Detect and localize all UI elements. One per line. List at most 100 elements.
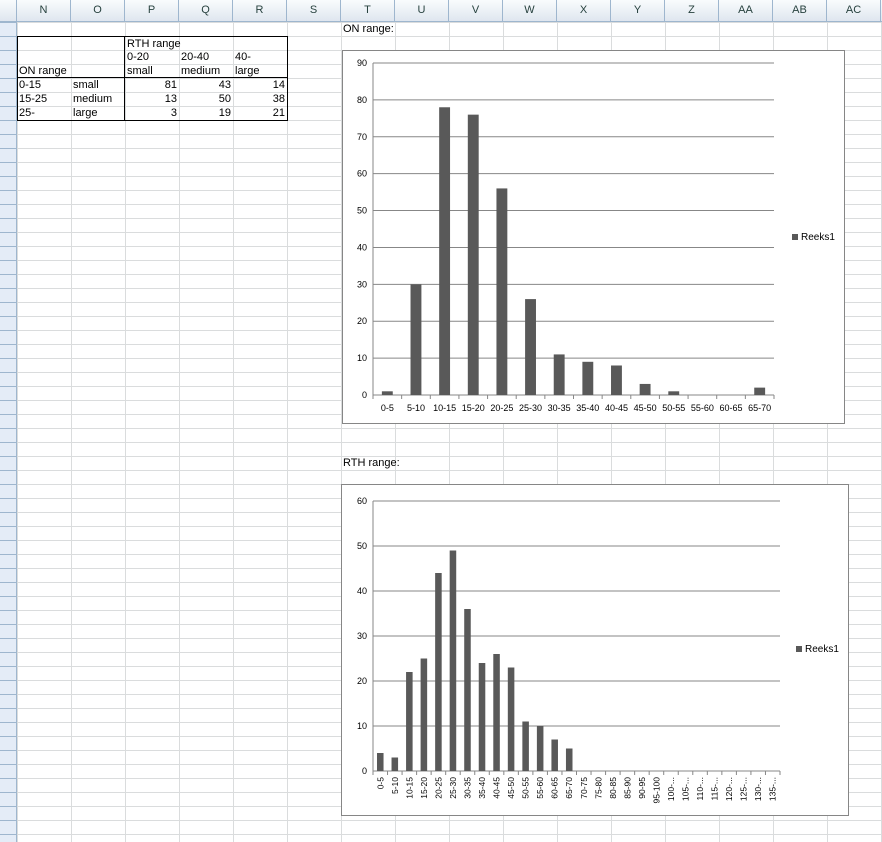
column-header-u[interactable]: U <box>395 0 449 21</box>
x-tick-label: 130-... <box>753 777 763 801</box>
chart-legend[interactable]: Reeks1 <box>796 644 839 655</box>
y-tick-label: 70 <box>357 132 367 142</box>
x-tick-label: 20-25 <box>433 777 443 799</box>
x-tick-label: 95-100 <box>651 777 661 804</box>
col-size-small[interactable]: small <box>125 64 155 78</box>
y-tick-label: 20 <box>357 316 367 326</box>
row-header-bar <box>0 22 17 842</box>
col-range-large[interactable]: 40- <box>233 50 253 64</box>
bar <box>582 361 594 395</box>
legend-series-name: Reeks1 <box>805 644 839 655</box>
col-range-small[interactable]: 0-20 <box>125 50 151 64</box>
row-size-cell[interactable]: medium <box>71 92 114 106</box>
value-cell[interactable]: 81 <box>125 78 179 92</box>
x-tick-label: 10-15 <box>433 403 456 413</box>
column-header-n[interactable]: N <box>17 0 71 21</box>
x-tick-label: 125-... <box>739 777 749 801</box>
row-size-cell[interactable]: small <box>71 78 101 92</box>
bar <box>410 284 422 395</box>
bar <box>420 658 428 771</box>
rth-chart-caption[interactable]: RTH range: <box>341 456 402 470</box>
col-size-medium[interactable]: medium <box>179 64 222 78</box>
column-header-aa[interactable]: AA <box>719 0 773 21</box>
bar <box>391 757 399 771</box>
value-cell[interactable]: 43 <box>179 78 233 92</box>
x-tick-label: 110-... <box>695 777 705 800</box>
column-header-t[interactable]: T <box>341 0 395 21</box>
on-range-header[interactable]: ON range <box>17 64 69 78</box>
x-tick-label: 70-75 <box>579 777 589 799</box>
column-header-r[interactable]: R <box>233 0 287 21</box>
y-tick-label: 10 <box>357 353 367 363</box>
rth-range-header[interactable]: RTH range <box>125 37 183 51</box>
x-tick-label: 65-70 <box>748 403 771 413</box>
x-tick-label: 40-45 <box>492 777 502 799</box>
y-tick-label: 80 <box>357 95 367 105</box>
y-tick-label: 20 <box>357 676 367 686</box>
x-tick-label: 35-40 <box>477 777 487 799</box>
row-range-cell[interactable]: 0-15 <box>17 78 43 92</box>
x-tick-label: 50-55 <box>662 403 685 413</box>
x-tick-label: 20-25 <box>490 403 513 413</box>
column-header-ac[interactable]: AC <box>827 0 881 21</box>
value-cell[interactable]: 19 <box>179 106 233 120</box>
col-size-large[interactable]: large <box>233 64 261 78</box>
y-tick-label: 0 <box>362 390 367 400</box>
value-cell[interactable]: 3 <box>125 106 179 120</box>
bar <box>668 391 680 395</box>
on-range-chart[interactable]: 0 10 20 30 40 50 60 70 80 90 0-5 5-10 10-15 15-20 20-2… <box>342 50 845 424</box>
column-header-s[interactable]: S <box>287 0 341 21</box>
column-header-w[interactable]: W <box>503 0 557 21</box>
y-tick-label: 0 <box>362 766 367 776</box>
row-range-cell[interactable]: 25- <box>17 106 37 120</box>
rth-range-chart-svg: 0 10 20 30 40 50 60 0-5 5-10 10-15 15-20 20-25 25-30… <box>357 496 781 804</box>
x-tick-label: 65-70 <box>564 777 574 799</box>
bar <box>496 188 508 395</box>
bar <box>553 354 565 395</box>
y-tick-label: 50 <box>357 206 367 216</box>
x-tick-label: 30-35 <box>462 777 472 799</box>
legend-swatch <box>792 234 798 241</box>
column-header-v[interactable]: V <box>449 0 503 21</box>
row-size-cell[interactable]: large <box>71 106 99 120</box>
bar <box>507 667 515 771</box>
select-all-corner[interactable] <box>0 0 17 21</box>
column-header-p[interactable]: P <box>125 0 179 21</box>
column-header-z[interactable]: Z <box>665 0 719 21</box>
x-tick-label: 85-90 <box>622 777 632 799</box>
bar <box>754 387 766 395</box>
table-border-line <box>124 36 125 121</box>
bar <box>449 550 457 771</box>
bar <box>467 114 479 395</box>
column-header-q[interactable]: Q <box>179 0 233 21</box>
x-tick-label: 80-85 <box>608 777 618 799</box>
x-tick-label: 25-30 <box>448 777 458 799</box>
x-tick-label: 90-95 <box>637 777 647 799</box>
y-tick-label: 10 <box>357 721 367 731</box>
table-border-line <box>17 77 288 78</box>
value-cell[interactable]: 21 <box>233 106 287 120</box>
col-range-medium[interactable]: 20-40 <box>179 50 211 64</box>
column-header-x[interactable]: X <box>557 0 611 21</box>
y-tick-label: 40 <box>357 242 367 252</box>
y-tick-label: 30 <box>357 631 367 641</box>
value-cell[interactable]: 38 <box>233 92 287 106</box>
bar <box>381 391 393 395</box>
value-cell[interactable]: 14 <box>233 78 287 92</box>
bar <box>435 573 442 771</box>
column-header-o[interactable]: O <box>71 0 125 21</box>
x-tick-label: 40-45 <box>605 403 628 413</box>
bar <box>551 739 558 771</box>
on-chart-caption[interactable]: ON range: <box>341 22 396 36</box>
x-tick-label: 35-40 <box>576 403 599 413</box>
value-cell[interactable]: 13 <box>125 92 179 106</box>
column-header-y[interactable]: Y <box>611 0 665 21</box>
x-tick-label: 115-... <box>710 777 720 800</box>
column-header-ab[interactable]: AB <box>773 0 827 21</box>
x-tick-label: 30-35 <box>548 403 571 413</box>
chart-legend[interactable]: Reeks1 <box>792 232 835 243</box>
row-range-cell[interactable]: 15-25 <box>17 92 49 106</box>
rth-range-chart[interactable]: 0 10 20 30 40 50 60 0-5 5-10 10-15 15-20 20-25 25-30… <box>341 484 849 816</box>
value-cell[interactable]: 50 <box>179 92 233 106</box>
x-tick-label: 60-65 <box>720 403 743 413</box>
